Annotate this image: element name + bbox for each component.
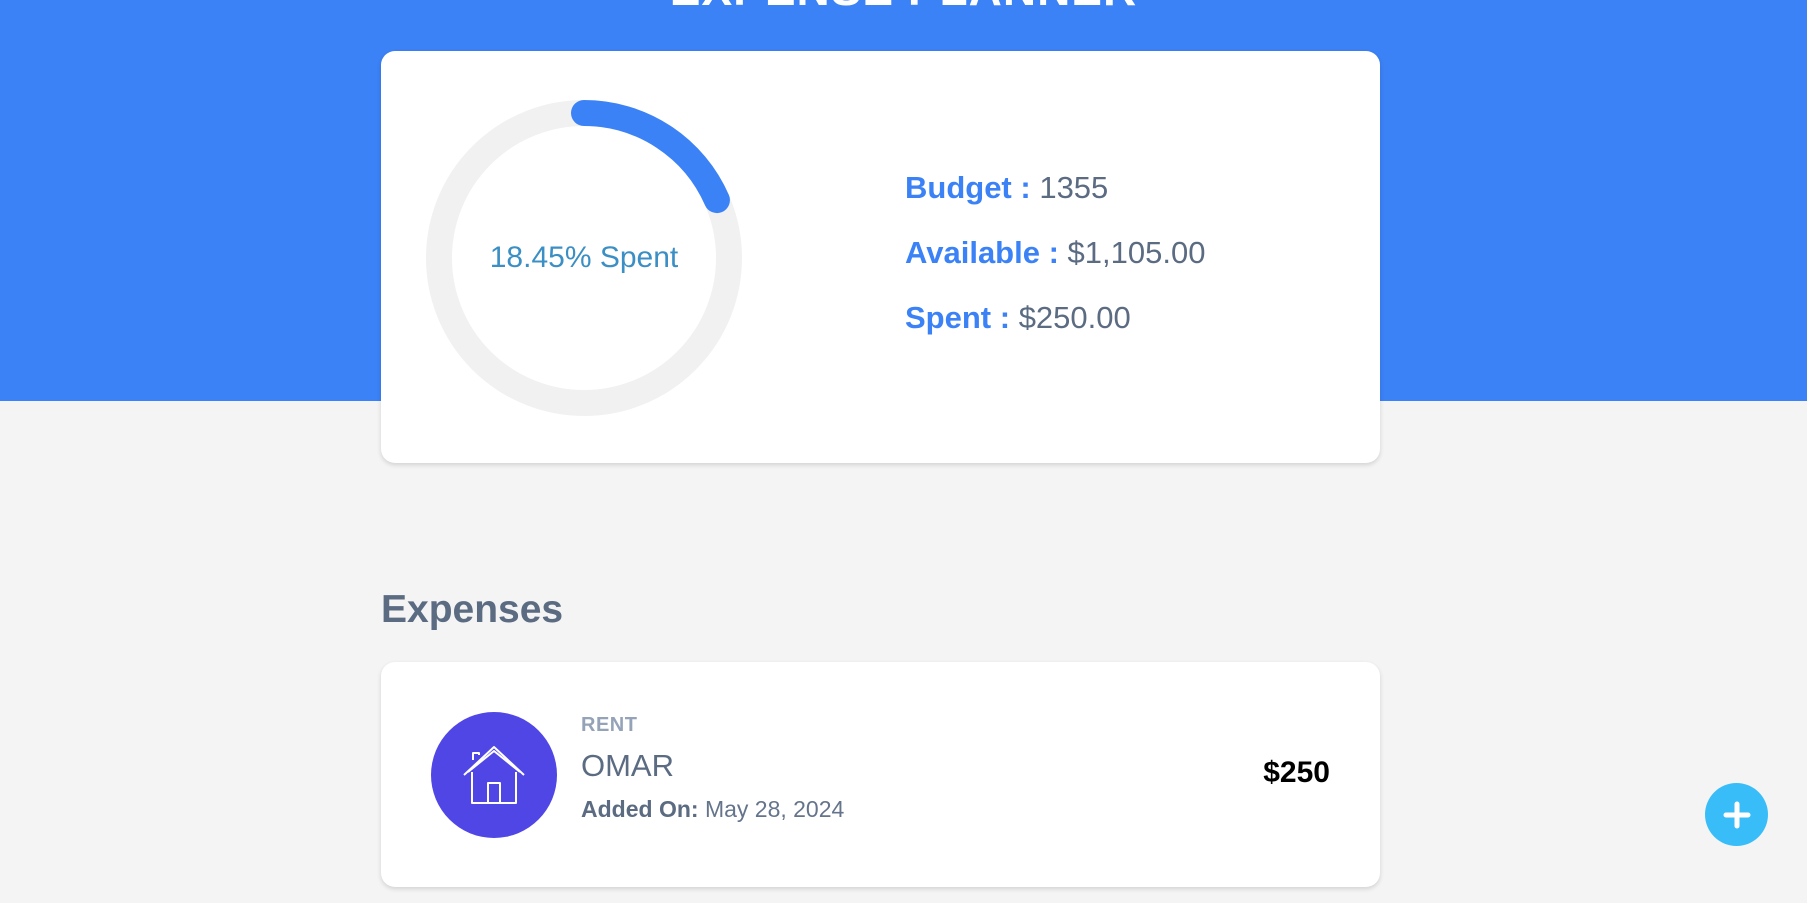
budget-summary-card: 18.45% Spent Budget : 1355 Available : $… — [381, 51, 1380, 463]
spent-value: $250.00 — [1018, 300, 1131, 335]
expense-name: OMAR — [581, 748, 674, 783]
available-value: $1,105.00 — [1067, 235, 1206, 270]
progress-label: 18.45% Spent — [489, 241, 679, 274]
budget-label: Budget : — [905, 170, 1031, 205]
expense-category: RENT — [581, 714, 638, 736]
expense-date-value: May 28, 2024 — [704, 796, 845, 822]
app-title: EXPENSE PLANNER — [0, 0, 1807, 12]
spent-row: Spent : $250.00 — [905, 300, 1205, 365]
spent-label: Spent : — [905, 300, 1011, 335]
add-expense-button[interactable] — [1705, 783, 1768, 846]
expense-amount: $250 — [1263, 756, 1330, 789]
available-row: Available : $1,105.00 — [905, 235, 1205, 300]
expenses-heading: Expenses — [381, 588, 564, 631]
plus-icon — [1723, 801, 1750, 828]
expense-date: Added On: May 28, 2024 — [581, 796, 844, 823]
house-icon — [431, 712, 557, 838]
budget-stats: Budget : 1355 Available : $1,105.00 Spen… — [905, 170, 1205, 365]
budget-value: 1355 — [1039, 170, 1109, 205]
budget-row: Budget : 1355 — [905, 170, 1205, 235]
expense-card[interactable]: RENT OMAR Added On: May 28, 2024 $250 — [381, 662, 1380, 887]
expense-date-label: Added On: — [581, 796, 699, 822]
available-label: Available : — [905, 235, 1059, 270]
